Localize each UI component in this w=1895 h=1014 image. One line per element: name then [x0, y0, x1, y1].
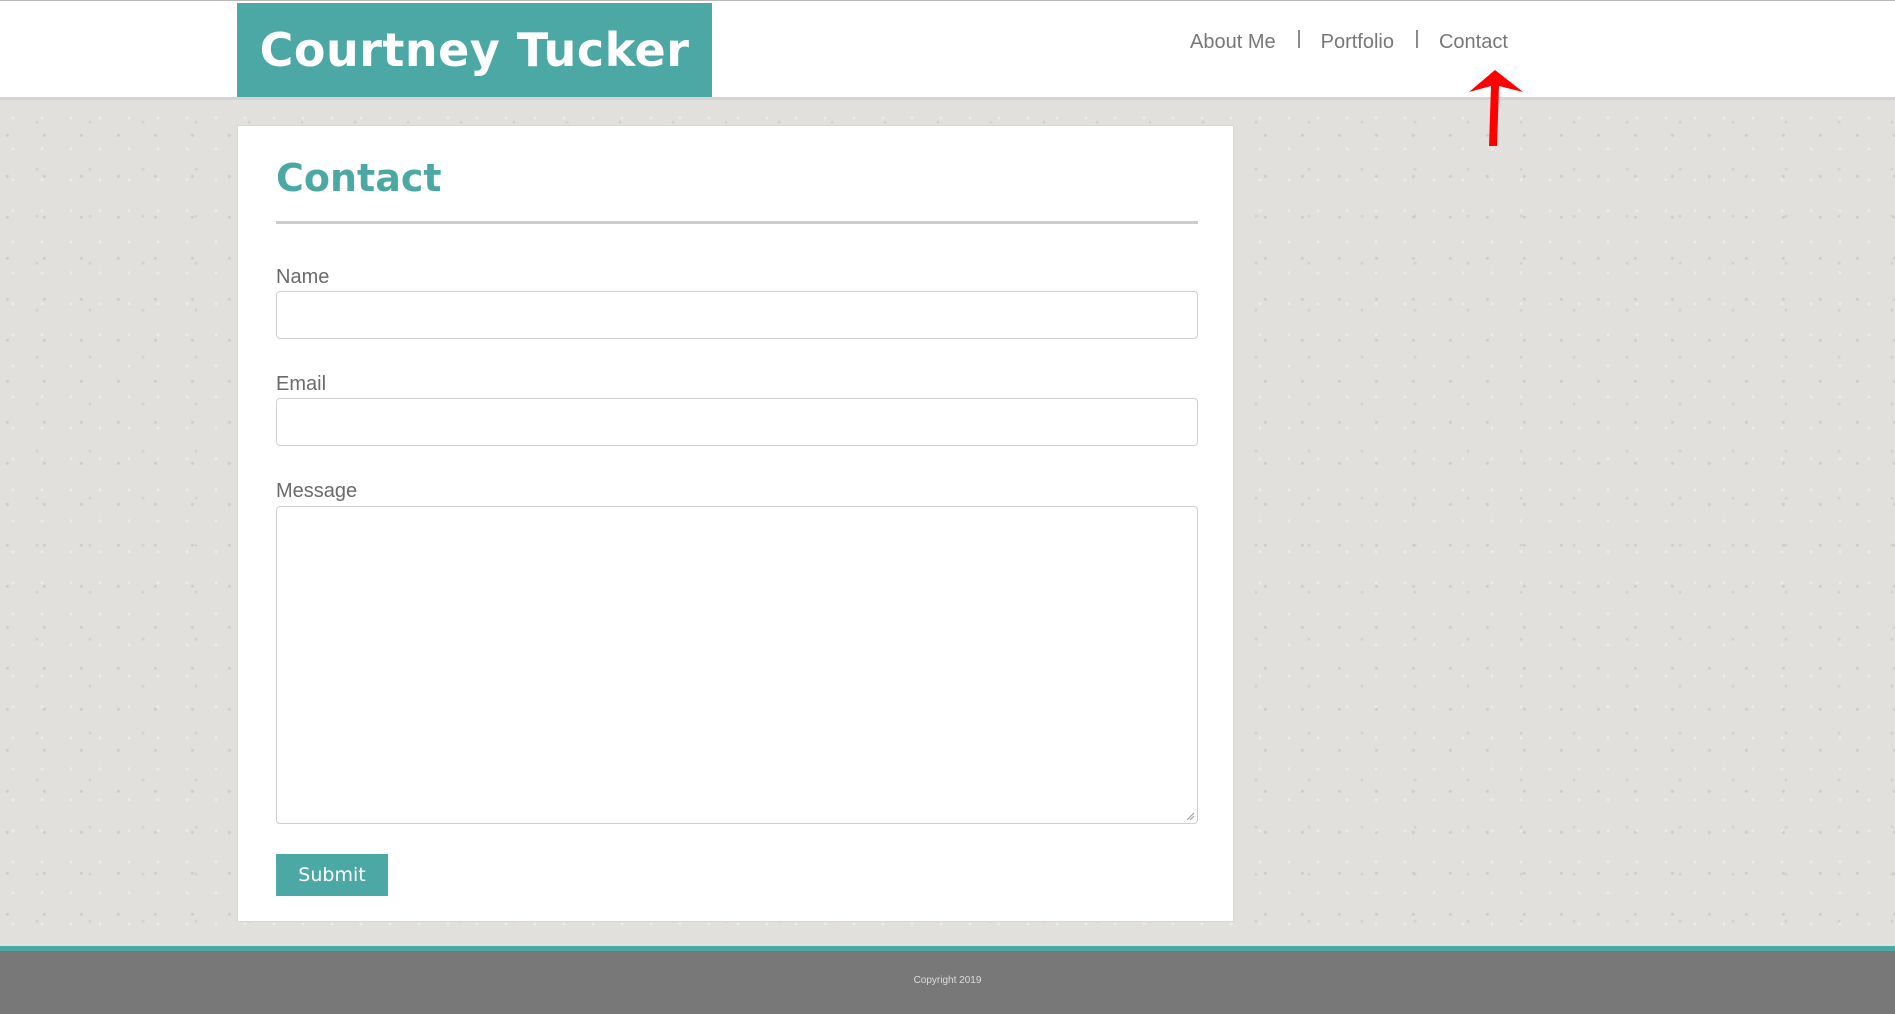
site-footer: Copyright 2019	[0, 946, 1895, 1014]
submit-button[interactable]: Submit	[276, 854, 388, 896]
nav-separator	[1415, 29, 1418, 48]
nav-portfolio[interactable]: Portfolio	[1321, 31, 1394, 54]
email-label: Email	[276, 373, 327, 395]
nav-separator	[1297, 29, 1300, 48]
main-nav: About Me Portfolio Contact	[1190, 29, 1508, 54]
copyright-text: Copyright 2019	[913, 975, 982, 986]
nav-contact[interactable]: Contact	[1439, 31, 1508, 54]
email-field[interactable]	[276, 398, 1198, 446]
nav-about-me[interactable]: About Me	[1190, 31, 1276, 54]
message-field[interactable]	[276, 506, 1198, 824]
message-label: Message	[276, 480, 358, 502]
site-title: Courtney Tucker	[259, 23, 690, 77]
red-arrow-up-icon	[1469, 70, 1523, 146]
contact-card: Contact Name Email Message Submit	[237, 125, 1234, 922]
brand-banner[interactable]: Courtney Tucker	[237, 3, 712, 97]
name-field[interactable]	[276, 291, 1198, 339]
site-header: Courtney Tucker About Me Portfolio Conta…	[0, 1, 1895, 100]
name-label: Name	[276, 266, 330, 288]
resize-handle-icon[interactable]	[1185, 811, 1195, 821]
title-divider	[276, 221, 1198, 224]
page-title: Contact	[276, 156, 442, 200]
